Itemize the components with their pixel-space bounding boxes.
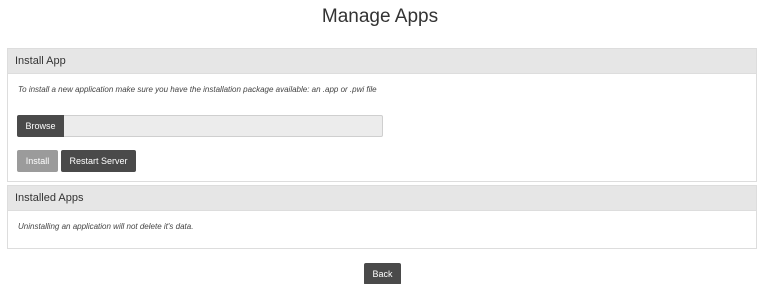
install-button[interactable]: Install <box>17 150 58 172</box>
install-app-panel: Install App To install a new application… <box>7 48 757 182</box>
installed-apps-heading: Installed Apps <box>8 186 756 211</box>
page-title: Manage Apps <box>321 6 439 27</box>
install-instructions: To install a new application make sure y… <box>18 85 377 94</box>
restart-server-button[interactable]: Restart Server <box>61 150 136 172</box>
back-button[interactable]: Back <box>364 263 401 284</box>
install-app-heading: Install App <box>8 49 756 74</box>
uninstall-note: Uninstalling an application will not del… <box>18 222 194 231</box>
installed-apps-panel: Installed Apps Uninstalling an applicati… <box>7 185 757 249</box>
file-path-field[interactable] <box>64 115 383 137</box>
file-picker: Browse <box>17 115 383 137</box>
browse-button[interactable]: Browse <box>17 115 64 137</box>
